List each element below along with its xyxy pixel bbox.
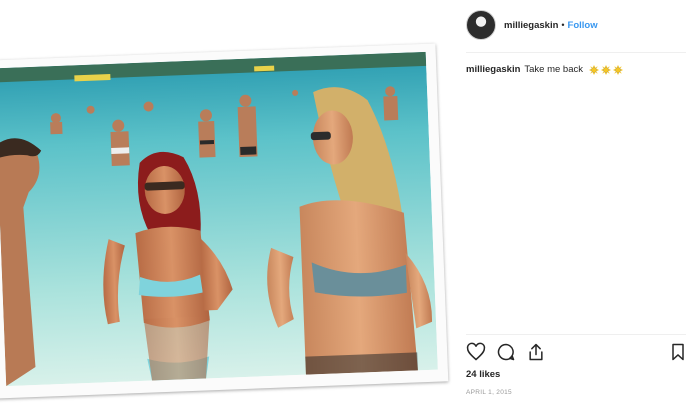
post-caption: milliegaskin Take me back — [466, 64, 690, 75]
actions-divider — [466, 334, 686, 335]
header-separator: • — [561, 20, 565, 30]
post-photo[interactable] — [0, 51, 438, 387]
post-photo-area — [0, 0, 452, 403]
bookmark-icon[interactable] — [668, 342, 688, 362]
avatar[interactable] — [466, 10, 496, 40]
post-actions — [466, 342, 688, 364]
follow-button[interactable]: Follow — [568, 20, 598, 31]
post-header: milliegaskin • Follow — [466, 10, 686, 40]
post-date: APRIL 1, 2015 — [466, 389, 512, 396]
sun-emoji-icon — [613, 64, 624, 75]
sun-emoji-icon — [589, 64, 600, 75]
like-count[interactable]: 24 likes — [466, 369, 500, 380]
header-username[interactable]: milliegaskin — [504, 20, 558, 31]
sun-emoji-icon — [601, 64, 612, 75]
header-divider — [466, 52, 686, 53]
comment-icon[interactable] — [496, 342, 516, 362]
share-icon[interactable] — [526, 342, 546, 362]
post-photo-frame — [0, 43, 449, 399]
caption-text: Take me back — [524, 64, 584, 75]
post-sidebar: milliegaskin • Follow milliegaskin Take … — [452, 0, 700, 403]
heart-icon[interactable] — [466, 342, 486, 362]
caption-username[interactable]: milliegaskin — [466, 64, 520, 75]
